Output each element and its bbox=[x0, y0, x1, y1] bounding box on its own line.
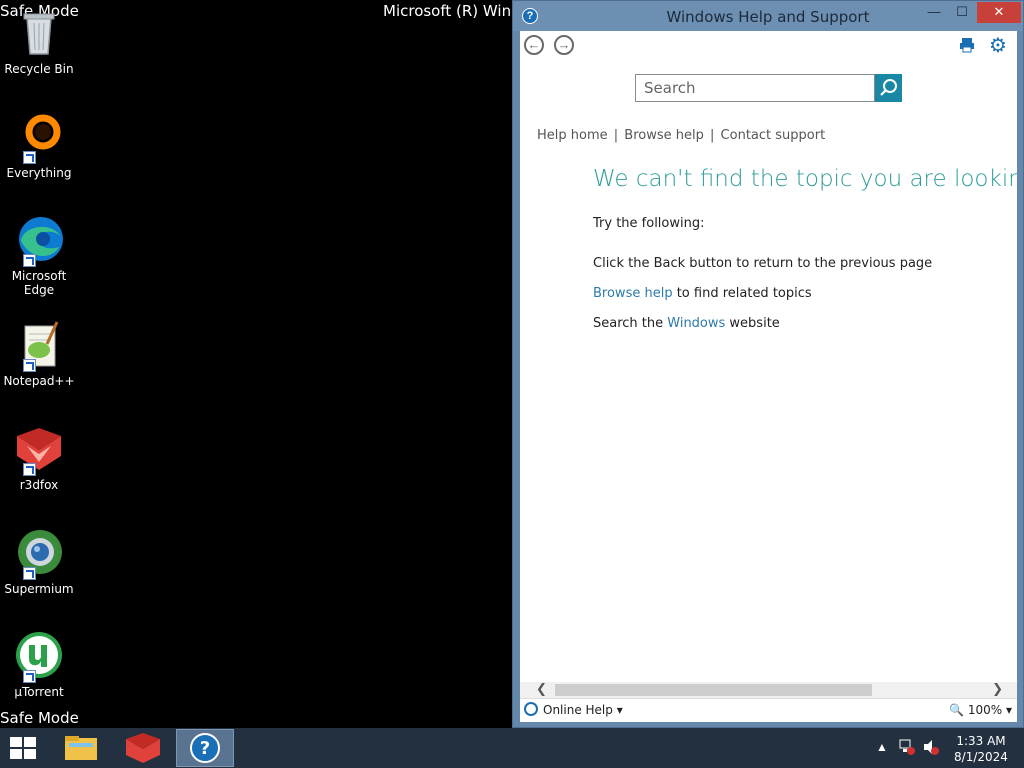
close-button[interactable]: ✕ bbox=[977, 2, 1021, 23]
forward-arrow-icon[interactable]: → bbox=[554, 35, 574, 55]
desktop-icon-utorrent[interactable]: µTorrent bbox=[2, 631, 76, 699]
search-website-hint: Search the Windows website bbox=[593, 316, 780, 331]
scroll-left-arrow-icon[interactable]: ❮ bbox=[536, 681, 547, 697]
windows-logo-pane bbox=[24, 749, 36, 759]
breadcrumb-separator: | bbox=[710, 128, 715, 143]
desktop-icon-recycle-bin[interactable]: Recycle Bin bbox=[2, 8, 76, 76]
online-help-globe-icon bbox=[524, 702, 538, 716]
shortcut-arrow-icon bbox=[23, 254, 36, 267]
windows-logo-icon bbox=[10, 737, 22, 747]
try-following-text: Try the following: bbox=[593, 216, 705, 231]
back-arrow-icon[interactable]: ← bbox=[524, 35, 544, 55]
zoom-control[interactable]: 🔍 100% ▾ bbox=[949, 703, 1012, 717]
r3dfox-icon bbox=[126, 733, 160, 763]
shortcut-arrow-icon bbox=[23, 151, 36, 164]
help-home-link[interactable]: Help home bbox=[537, 128, 608, 143]
taskbar-r3dfox[interactable] bbox=[114, 729, 172, 767]
status-bar: Online Help ▾ 🔍 100% ▾ bbox=[520, 698, 1017, 722]
search-button[interactable] bbox=[875, 74, 902, 102]
help-content: ← → ⚙ Help home | Browse help | Contact … bbox=[520, 31, 1017, 721]
windows-website-link[interactable]: Windows bbox=[667, 316, 725, 331]
start-button[interactable] bbox=[10, 737, 38, 761]
desktop-icon-microsoft-edge[interactable]: Microsoft Edge bbox=[2, 215, 76, 297]
page-heading: We can't find the topic you are looking … bbox=[593, 166, 1017, 192]
windows-logo-pane bbox=[10, 749, 22, 759]
search-input[interactable] bbox=[636, 75, 874, 101]
help-question-icon: ? bbox=[190, 733, 220, 763]
zoom-level: 100% bbox=[967, 703, 1003, 717]
edge-icon bbox=[13, 215, 65, 267]
zoom-magnifier-icon: 🔍 bbox=[949, 703, 964, 717]
scrollbar-thumb[interactable] bbox=[555, 684, 872, 696]
r3dfox-icon bbox=[13, 424, 65, 476]
recycle-bin-icon bbox=[13, 8, 65, 60]
desktop-icon-label: r3dfox bbox=[19, 478, 59, 492]
shortcut-arrow-icon bbox=[23, 359, 36, 372]
online-help-dropdown[interactable]: Online Help ▾ bbox=[543, 703, 623, 717]
show-hidden-icons-chevron-icon[interactable]: ▲ bbox=[876, 740, 888, 754]
online-help-label: Online Help bbox=[543, 703, 613, 717]
supermium-icon bbox=[13, 528, 65, 580]
desktop-icon-label: Recycle Bin bbox=[4, 62, 74, 76]
desktop-icon-r3dfox[interactable]: r3dfox bbox=[2, 424, 76, 492]
desktop-icon-label: Notepad++ bbox=[3, 374, 75, 388]
settings-gear-icon[interactable]: ⚙ bbox=[989, 33, 1007, 58]
contact-support-link[interactable]: Contact support bbox=[721, 128, 826, 143]
breadcrumb: Help home | Browse help | Contact suppor… bbox=[537, 128, 825, 143]
desktop-icon-label: Supermium bbox=[4, 582, 74, 596]
background-window-title: Microsoft (R) Windows bbox=[383, 2, 513, 20]
help-window: ? Windows Help and Support — ☐ ✕ ← → ⚙ H… bbox=[512, 0, 1024, 728]
everything-icon bbox=[13, 112, 65, 164]
back-button-hint: Click the Back button to return to the p… bbox=[593, 256, 933, 271]
search-website-post: website bbox=[725, 316, 780, 331]
taskbar-help-and-support[interactable]: ? bbox=[176, 729, 234, 767]
maximize-button[interactable]: ☐ bbox=[949, 2, 975, 23]
browse-help-link[interactable]: Browse help bbox=[624, 128, 704, 143]
print-icon[interactable] bbox=[959, 37, 975, 58]
volume-muted-icon[interactable] bbox=[922, 738, 940, 759]
shortcut-arrow-icon bbox=[23, 567, 36, 580]
safe-mode-label-bottom: Safe Mode bbox=[0, 709, 79, 727]
taskbar: ? ▲ 1:33 AM 8/1/2024 bbox=[0, 728, 1024, 768]
clock-date: 8/1/2024 bbox=[954, 750, 1008, 764]
search-website-pre: Search the bbox=[593, 316, 668, 331]
browse-help-inline-link[interactable]: Browse help bbox=[593, 286, 673, 301]
taskbar-file-explorer[interactable] bbox=[52, 729, 110, 767]
network-disconnected-icon[interactable] bbox=[898, 738, 916, 759]
windows-logo-pane bbox=[24, 737, 36, 747]
browse-help-hint: Browse help to find related topics bbox=[593, 286, 812, 301]
shortcut-arrow-icon bbox=[23, 463, 36, 476]
desktop-icon-label: µTorrent bbox=[14, 685, 64, 699]
desktop-icon-everything[interactable]: Everything bbox=[2, 112, 76, 180]
utorrent-icon bbox=[13, 631, 65, 683]
desktop-icon-supermium[interactable]: Supermium bbox=[2, 528, 76, 596]
system-clock[interactable]: 1:33 AM 8/1/2024 bbox=[950, 733, 1012, 765]
window-titlebar[interactable]: ? Windows Help and Support — ☐ ✕ bbox=[513, 1, 1023, 31]
clock-time: 1:33 AM bbox=[956, 734, 1006, 748]
browse-help-hint-text: to find related topics bbox=[672, 286, 812, 301]
scroll-right-arrow-icon[interactable]: ❯ bbox=[992, 681, 1003, 697]
desktop-icon-label: Everything bbox=[6, 166, 72, 180]
search-icon bbox=[880, 79, 897, 96]
breadcrumb-separator: | bbox=[613, 128, 619, 143]
horizontal-scrollbar[interactable]: ❮ ❯ bbox=[520, 681, 1017, 698]
file-explorer-icon bbox=[65, 736, 97, 760]
chevron-down-icon: ▾ bbox=[616, 703, 623, 717]
desktop-icon-label: Microsoft Edge bbox=[11, 269, 67, 297]
minimize-button[interactable]: — bbox=[921, 2, 947, 23]
chevron-down-icon: ▾ bbox=[1005, 703, 1012, 717]
shortcut-arrow-icon bbox=[23, 670, 36, 683]
search-field[interactable] bbox=[635, 74, 875, 102]
notepad-plus-plus-icon bbox=[13, 320, 65, 372]
svg-text:?: ? bbox=[200, 738, 210, 759]
desktop-icon-notepad-plus-plus[interactable]: Notepad++ bbox=[2, 320, 76, 388]
